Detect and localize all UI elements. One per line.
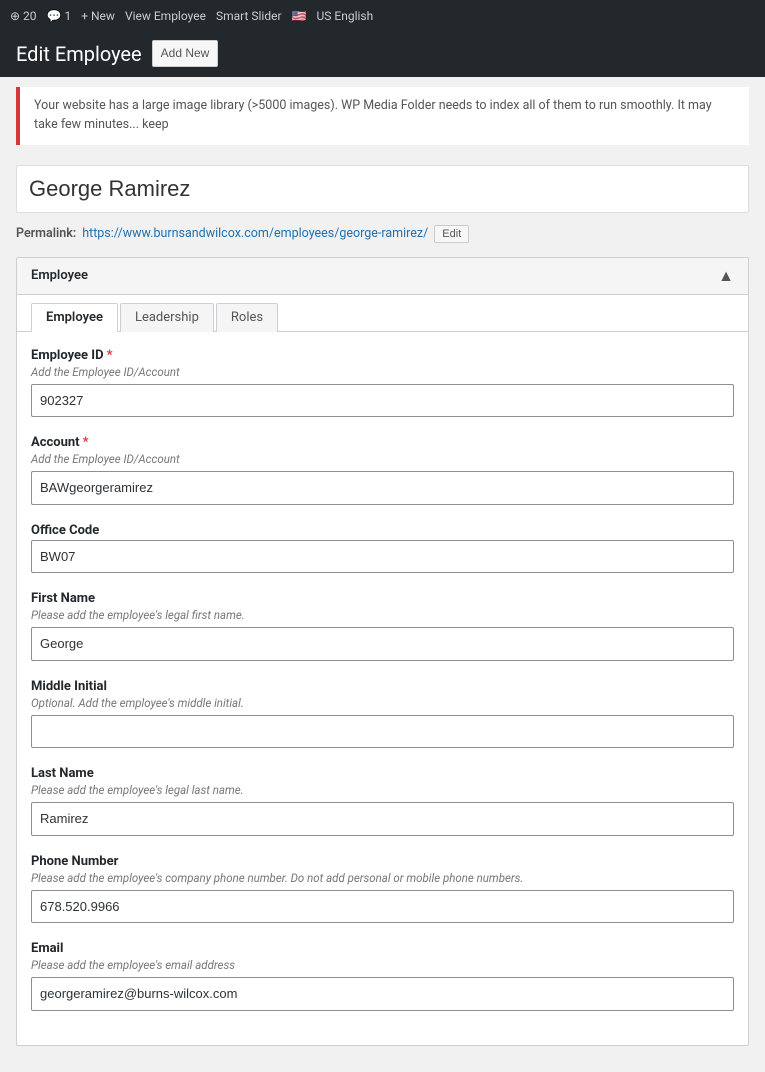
- email-input[interactable]: [31, 977, 734, 1011]
- field-email: Email Please add the employee's email ad…: [31, 941, 734, 1011]
- employee-meta-box: Employee ▲ Employee Leadership Roles Emp…: [16, 257, 749, 1046]
- page-title: Edit Employee: [16, 41, 142, 67]
- account-input[interactable]: [31, 471, 734, 505]
- account-hint: Add the Employee ID/Account: [31, 452, 734, 466]
- last-name-input[interactable]: [31, 802, 734, 836]
- admin-bar-view-employee[interactable]: View Employee: [125, 9, 206, 23]
- notice-bar: Your website has a large image library (…: [16, 87, 749, 145]
- phone-number-hint: Please add the employee's company phone …: [31, 871, 734, 885]
- last-name-hint: Please add the employee's legal last nam…: [31, 783, 734, 797]
- last-name-label: Last Name: [31, 766, 94, 781]
- tab-roles[interactable]: Roles: [216, 303, 278, 332]
- field-account: Account * Add the Employee ID/Account: [31, 435, 734, 505]
- tab-employee[interactable]: Employee: [31, 303, 118, 332]
- office-code-label: Office Code: [31, 523, 99, 538]
- account-label: Account: [31, 435, 80, 450]
- permalink-label: Permalink:: [16, 226, 76, 241]
- admin-bar-language[interactable]: US English: [317, 9, 374, 23]
- email-label: Email: [31, 941, 63, 956]
- first-name-label: First Name: [31, 591, 95, 606]
- page-header: Edit Employee Add New: [0, 32, 765, 77]
- first-name-input[interactable]: [31, 627, 734, 661]
- admin-bar: ⊕ 20 💬 1 + New View Employee Smart Slide…: [0, 0, 765, 32]
- meta-box-title: Employee: [31, 268, 88, 283]
- admin-bar-smart-slider[interactable]: Smart Slider: [216, 9, 282, 23]
- meta-box-header: Employee ▲: [17, 258, 748, 295]
- field-middle-initial: Middle Initial Optional. Add the employe…: [31, 679, 734, 749]
- notice-text: Your website has a large image library (…: [34, 98, 712, 132]
- admin-bar-comments[interactable]: 💬 1: [47, 9, 72, 23]
- form-body: Employee ID * Add the Employee ID/Accoun…: [17, 332, 748, 1045]
- phone-number-input[interactable]: [31, 890, 734, 924]
- field-employee-id: Employee ID * Add the Employee ID/Accoun…: [31, 348, 734, 418]
- middle-initial-hint: Optional. Add the employee's middle init…: [31, 696, 734, 710]
- phone-number-label: Phone Number: [31, 854, 118, 869]
- field-office-code: Office Code: [31, 523, 734, 574]
- email-hint: Please add the employee's email address: [31, 958, 734, 972]
- office-code-input[interactable]: [31, 540, 734, 574]
- permalink-url[interactable]: https://www.burnsandwilcox.com/employees…: [82, 226, 428, 241]
- first-name-hint: Please add the employee's legal first na…: [31, 608, 734, 622]
- admin-bar-new[interactable]: + New: [81, 9, 115, 23]
- employee-id-label: Employee ID: [31, 348, 104, 363]
- meta-box-toggle[interactable]: ▲: [718, 266, 734, 286]
- field-first-name: First Name Please add the employee's leg…: [31, 591, 734, 661]
- middle-initial-label: Middle Initial: [31, 679, 107, 694]
- middle-initial-input[interactable]: [31, 715, 734, 749]
- post-title-box: [16, 165, 749, 213]
- add-new-button[interactable]: Add New: [152, 40, 219, 67]
- main-content: Permalink: https://www.burnsandwilcox.co…: [0, 155, 765, 1072]
- admin-bar-flag: 🇺🇸: [292, 9, 307, 23]
- admin-bar-counter[interactable]: ⊕ 20: [10, 9, 37, 23]
- permalink-row: Permalink: https://www.burnsandwilcox.co…: [16, 225, 749, 243]
- field-last-name: Last Name Please add the employee's lega…: [31, 766, 734, 836]
- tabs-nav: Employee Leadership Roles: [17, 295, 748, 332]
- post-title-input[interactable]: [17, 166, 748, 212]
- employee-id-hint: Add the Employee ID/Account: [31, 365, 734, 379]
- tab-leadership[interactable]: Leadership: [120, 303, 214, 332]
- employee-id-required: *: [107, 348, 113, 363]
- permalink-edit-button[interactable]: Edit: [434, 225, 469, 243]
- field-phone-number: Phone Number Please add the employee's c…: [31, 854, 734, 924]
- account-required: *: [83, 435, 89, 450]
- employee-id-input[interactable]: [31, 384, 734, 418]
